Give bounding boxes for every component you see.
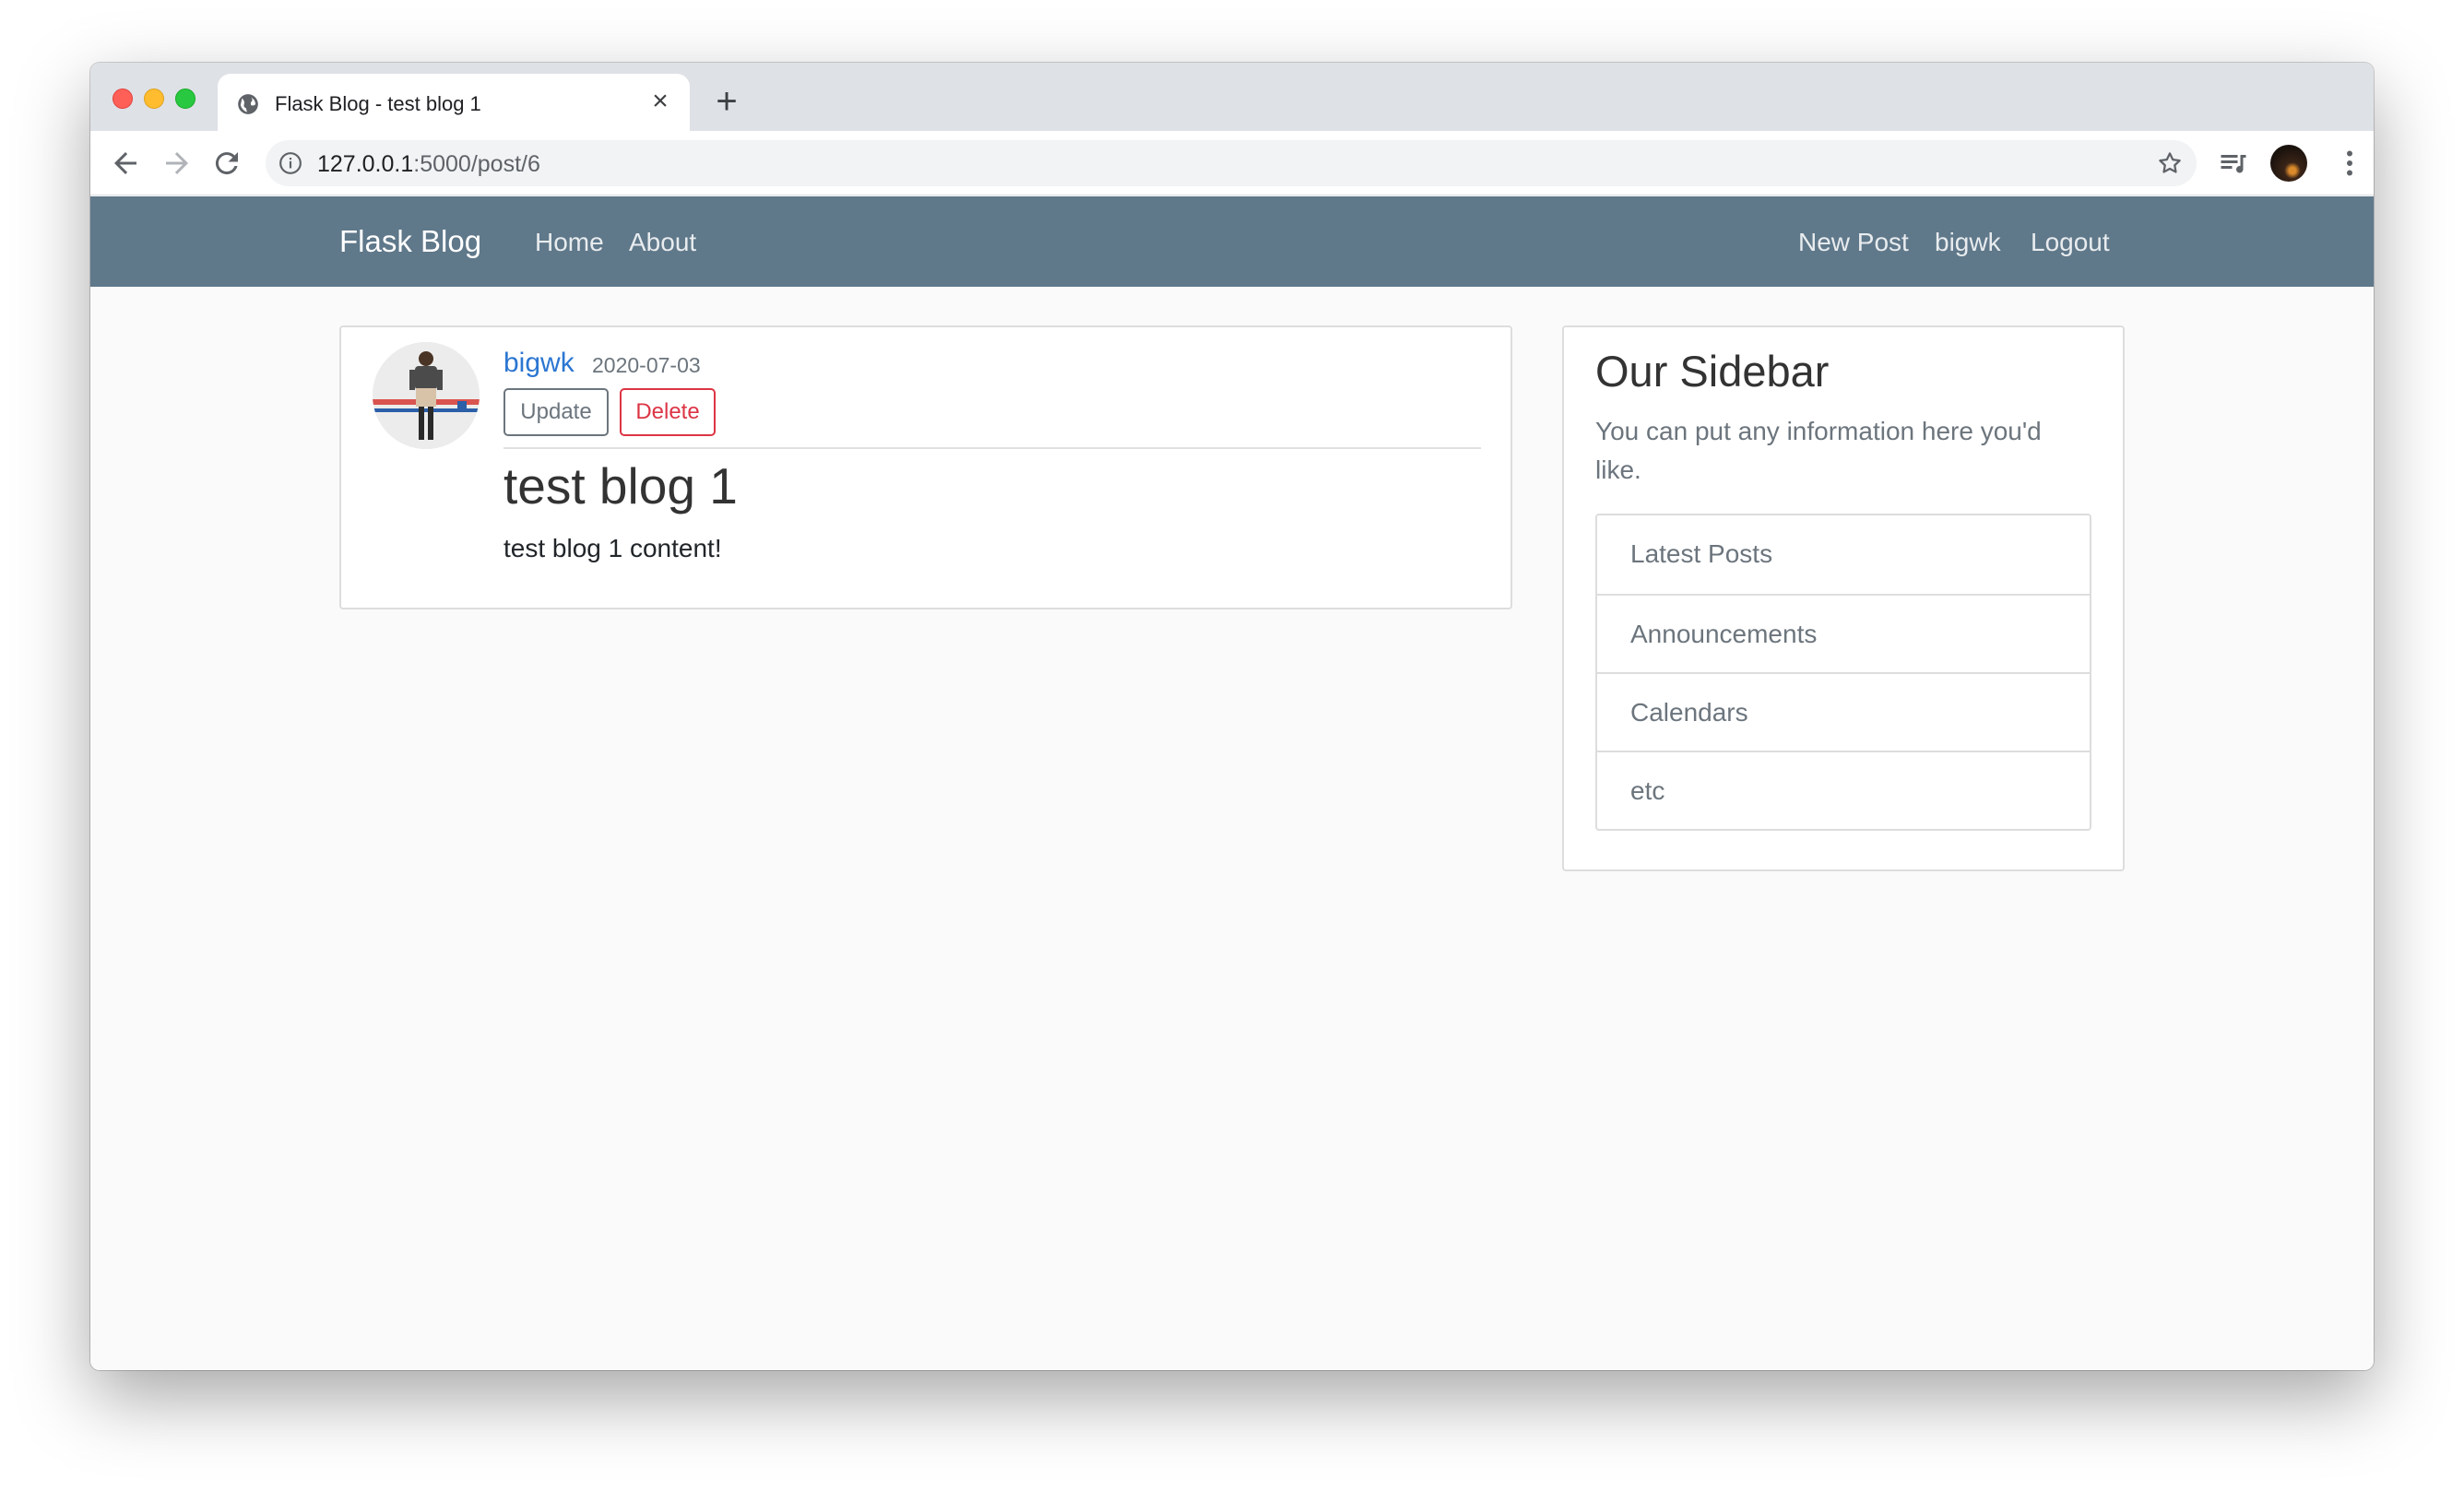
plus-icon[interactable]: + bbox=[706, 81, 747, 122]
nav-link-about[interactable]: About bbox=[629, 228, 696, 257]
post-card: bigwk 2020-07-03 Update Delete test blog… bbox=[339, 325, 1512, 609]
sidebar-title: Our Sidebar bbox=[1595, 347, 1830, 396]
globe-icon bbox=[238, 94, 258, 114]
browser-window: Flask Blog - test blog 1 × + 127.0.0.1:5… bbox=[90, 63, 2374, 1370]
post-date: 2020-07-03 bbox=[592, 353, 701, 377]
sidebar-description: You can put any information here you'd l… bbox=[1595, 417, 2042, 484]
back-icon[interactable] bbox=[109, 147, 142, 180]
close-window-button[interactable] bbox=[113, 89, 133, 109]
star-icon[interactable] bbox=[2156, 149, 2184, 177]
page-viewport: Flask Blog Home About New Post bigwk Log… bbox=[90, 196, 2374, 1370]
browser-toolbar: 127.0.0.1:5000/post/6 bbox=[90, 131, 2374, 195]
divider bbox=[503, 447, 1481, 449]
tab-title: Flask Blog - test blog 1 bbox=[275, 92, 481, 115]
info-icon[interactable] bbox=[278, 151, 302, 175]
sidebar-item-announcements[interactable]: Announcements bbox=[1597, 594, 2090, 672]
reload-icon[interactable] bbox=[210, 147, 243, 180]
forward-icon[interactable] bbox=[160, 147, 194, 180]
sidebar: Our Sidebar You can put any information … bbox=[1562, 325, 2125, 871]
minimize-window-button[interactable] bbox=[144, 89, 164, 109]
author-avatar bbox=[373, 342, 480, 449]
post-author-link[interactable]: bigwk bbox=[503, 348, 575, 379]
url-path: :5000/post/6 bbox=[413, 151, 540, 177]
delete-button[interactable]: Delete bbox=[620, 388, 716, 436]
nav-link-logout[interactable]: Logout bbox=[2031, 228, 2110, 257]
navbar-brand[interactable]: Flask Blog bbox=[339, 224, 481, 259]
nav-link-new-post[interactable]: New Post bbox=[1798, 228, 1909, 257]
sidebar-item-calendars[interactable]: Calendars bbox=[1597, 672, 2090, 751]
more-icon[interactable] bbox=[2333, 147, 2366, 180]
sidebar-item-latest-posts[interactable]: Latest Posts bbox=[1597, 515, 2090, 594]
sidebar-item-etc[interactable]: etc bbox=[1597, 751, 2090, 829]
close-icon[interactable]: × bbox=[646, 87, 675, 116]
post-content: test blog 1 content! bbox=[503, 534, 722, 562]
update-button[interactable]: Update bbox=[503, 388, 609, 436]
address-bar[interactable]: 127.0.0.1:5000/post/6 bbox=[266, 140, 2197, 186]
url-text: 127.0.0.1:5000/post/6 bbox=[317, 151, 540, 178]
profile-avatar[interactable] bbox=[2270, 145, 2307, 182]
site-navbar: Flask Blog Home About New Post bigwk Log… bbox=[90, 196, 2374, 287]
sidebar-list: Latest Posts Announcements Calendars etc bbox=[1595, 514, 2091, 831]
media-queue-icon[interactable] bbox=[2217, 147, 2250, 180]
nav-link-account[interactable]: bigwk bbox=[1935, 228, 2001, 257]
nav-link-home[interactable]: Home bbox=[535, 228, 604, 257]
post-title: test blog 1 bbox=[503, 457, 738, 514]
maximize-window-button[interactable] bbox=[175, 89, 195, 109]
url-host: 127.0.0.1 bbox=[317, 151, 414, 177]
browser-tab[interactable]: Flask Blog - test blog 1 × bbox=[218, 74, 690, 131]
tab-strip: Flask Blog - test blog 1 × + bbox=[90, 63, 2374, 131]
